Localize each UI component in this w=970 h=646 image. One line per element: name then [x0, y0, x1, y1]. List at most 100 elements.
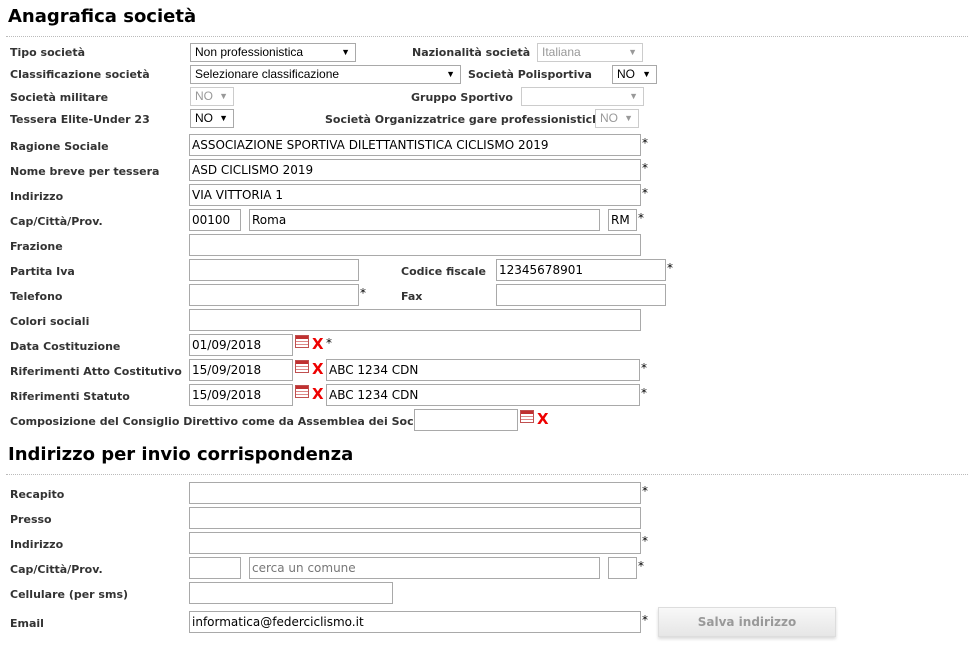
frazione-label: Frazione [10, 240, 63, 253]
chevron-down-icon: ▼ [629, 91, 638, 101]
chevron-down-icon: ▼ [642, 69, 651, 79]
presso-input[interactable] [189, 507, 641, 529]
classificazione-label: Classificazione società [10, 68, 150, 81]
cf-label: Codice fiscale [401, 265, 486, 278]
required-mark: * [638, 211, 644, 225]
cf-input[interactable]: 12345678901 [496, 259, 666, 281]
atto-ref-input[interactable]: ABC 1234 CDN [326, 359, 640, 381]
required-mark: * [642, 613, 648, 627]
ragione-input[interactable]: ASSOCIAZIONE SPORTIVA DILETTANTISTICA CI… [189, 134, 641, 156]
consiglio-date-input[interactable] [414, 409, 518, 431]
required-mark: * [642, 534, 648, 548]
atto-label: Riferimenti Atto Costitutivo [10, 365, 182, 378]
section-title-corrispondenza: Indirizzo per invio corrispondenza [8, 444, 354, 465]
recapito-input[interactable] [189, 482, 641, 504]
telefono-input[interactable] [189, 284, 359, 306]
save-address-button[interactable]: Salva indirizzo [658, 607, 836, 637]
organizzatrice-select[interactable]: NO ▼ [595, 109, 639, 128]
organizzatrice-value: NO [600, 111, 618, 125]
calendar-icon[interactable] [520, 410, 534, 423]
corr-cap-label: Cap/Città/Prov. [10, 563, 103, 576]
costituzione-label: Data Costituzione [10, 340, 121, 353]
required-mark: * [360, 286, 366, 300]
chevron-down-icon: ▼ [628, 47, 637, 57]
indirizzo-label: Indirizzo [10, 190, 64, 203]
consiglio-label: Composizione del Consiglio Direttivo com… [10, 415, 445, 428]
citta-input[interactable]: Roma [249, 209, 600, 231]
statuto-date-input[interactable]: 15/09/2018 [189, 384, 293, 406]
nazionalita-select[interactable]: Italiana ▼ [537, 43, 643, 62]
required-mark: * [642, 161, 648, 175]
organizzatrice-label: Società Organizzatrice gare professionis… [325, 113, 608, 126]
polisportiva-value: NO [617, 67, 635, 81]
corr-indirizzo-input[interactable] [189, 532, 641, 554]
presso-label: Presso [10, 513, 52, 526]
email-input[interactable]: informatica@federciclismo.it [189, 611, 641, 633]
email-label: Email [10, 617, 44, 630]
atto-date-input[interactable]: 15/09/2018 [189, 359, 293, 381]
chevron-down-icon: ▼ [446, 69, 455, 79]
militare-label: Società militare [10, 91, 109, 104]
corr-cap-input[interactable] [189, 557, 241, 579]
clear-date-icon[interactable]: X [312, 360, 324, 378]
chevron-down-icon: ▼ [219, 91, 228, 101]
cellulare-label: Cellulare (per sms) [10, 588, 129, 601]
clear-date-icon[interactable]: X [312, 335, 324, 353]
classificazione-value: Selezionare classificazione [195, 67, 340, 81]
tipo-value: Non professionistica [195, 45, 304, 59]
fax-label: Fax [401, 290, 423, 303]
section-title-anagrafica: Anagrafica società [8, 6, 197, 27]
clear-date-icon[interactable]: X [312, 385, 324, 403]
tipo-label: Tipo società [10, 46, 86, 59]
statuto-label: Riferimenti Statuto [10, 390, 130, 403]
calendar-icon[interactable] [295, 360, 309, 373]
required-mark: * [641, 386, 647, 400]
calendar-icon[interactable] [295, 385, 309, 398]
fax-input[interactable] [496, 284, 666, 306]
corr-prov-input[interactable] [608, 557, 637, 579]
telefono-label: Telefono [10, 290, 63, 303]
section-divider [6, 474, 968, 475]
calendar-icon[interactable] [295, 335, 309, 348]
nome-breve-label: Nome breve per tessera [10, 165, 160, 178]
chevron-down-icon: ▼ [624, 113, 633, 123]
militare-value: NO [195, 89, 213, 103]
elite-label: Tessera Elite-Under 23 [10, 113, 150, 126]
piva-label: Partita Iva [10, 265, 75, 278]
required-mark: * [642, 186, 648, 200]
gruppo-label: Gruppo Sportivo [411, 91, 513, 104]
corr-indirizzo-label: Indirizzo [10, 538, 64, 551]
required-mark: * [642, 136, 648, 150]
frazione-input[interactable] [189, 234, 641, 256]
polisportiva-label: Società Polisportiva [468, 68, 592, 81]
nome-breve-input[interactable]: ASD CICLISMO 2019 [189, 159, 641, 181]
polisportiva-select[interactable]: NO ▼ [612, 65, 657, 84]
required-mark: * [667, 261, 673, 275]
nazionalita-value: Italiana [542, 45, 581, 59]
indirizzo-input[interactable]: VIA VITTORIA 1 [189, 184, 641, 206]
statuto-ref-input[interactable]: ABC 1234 CDN [326, 384, 640, 406]
cap-label: Cap/Città/Prov. [10, 215, 103, 228]
prov-input[interactable]: RM [608, 209, 637, 231]
cap-input[interactable]: 00100 [189, 209, 241, 231]
nazionalita-label: Nazionalità società [412, 46, 531, 59]
colori-input[interactable] [189, 309, 641, 331]
required-mark: * [642, 484, 648, 498]
comune-search-input[interactable]: cerca un comune [249, 557, 600, 579]
section-divider [6, 36, 968, 37]
clear-date-icon[interactable]: X [537, 410, 549, 428]
piva-input[interactable] [189, 259, 359, 281]
elite-select[interactable]: NO ▼ [190, 109, 234, 128]
elite-value: NO [195, 111, 213, 125]
militare-select[interactable]: NO ▼ [190, 87, 234, 106]
gruppo-select[interactable]: ▼ [521, 87, 644, 106]
tipo-select[interactable]: Non professionistica ▼ [190, 43, 356, 62]
required-mark: * [641, 361, 647, 375]
required-mark: * [326, 336, 332, 350]
costituzione-date-input[interactable]: 01/09/2018 [189, 334, 293, 356]
recapito-label: Recapito [10, 488, 65, 501]
classificazione-select[interactable]: Selezionare classificazione ▼ [190, 65, 461, 84]
cellulare-input[interactable] [189, 582, 393, 604]
colori-label: Colori sociali [10, 315, 90, 328]
required-mark: * [638, 559, 644, 573]
